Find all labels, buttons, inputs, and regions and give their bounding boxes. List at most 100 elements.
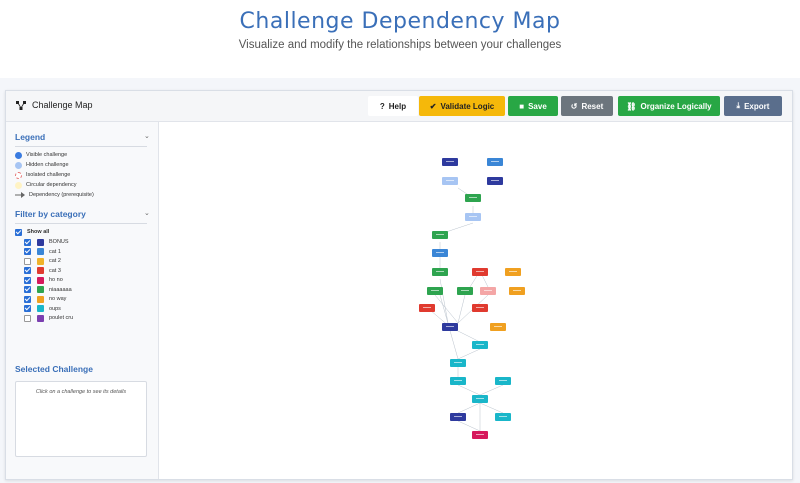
challenge-node[interactable] xyxy=(432,231,448,239)
checkbox-icon[interactable] xyxy=(24,238,31,246)
checkbox-icon[interactable] xyxy=(24,295,31,303)
checkbox-icon[interactable] xyxy=(24,248,31,255)
floppy-icon: ■ xyxy=(519,101,525,111)
challenge-node[interactable] xyxy=(450,413,466,421)
challenge-node[interactable] xyxy=(505,268,521,276)
checkbox-icon[interactable] xyxy=(24,257,31,265)
toolbar-title-label: Challenge Map xyxy=(32,100,93,110)
show-all-checkbox[interactable]: Show all xyxy=(15,228,49,236)
category-filter-row[interactable]: cat 1 xyxy=(24,248,61,256)
category-filter-row[interactable]: poulet cru xyxy=(24,314,73,322)
node-label-mark xyxy=(446,180,454,181)
arrow-right-icon xyxy=(15,192,25,198)
category-label: cat 1 xyxy=(49,248,61,255)
help-button[interactable]: ? Help xyxy=(368,96,418,116)
challenge-node[interactable] xyxy=(472,431,488,439)
challenge-node[interactable] xyxy=(465,213,481,221)
challenge-node[interactable] xyxy=(432,249,448,257)
challenge-node[interactable] xyxy=(442,158,458,166)
node-label-mark xyxy=(476,271,484,272)
validate-logic-button-label: Validate Logic xyxy=(440,101,495,111)
node-label-mark xyxy=(469,197,477,198)
checkbox-icon[interactable] xyxy=(24,314,31,322)
chevron-down-icon[interactable]: ⌄ xyxy=(144,209,150,217)
challenge-node[interactable] xyxy=(450,377,466,385)
node-label-mark xyxy=(499,380,507,381)
node-label-mark xyxy=(436,234,444,235)
checkbox-icon[interactable] xyxy=(15,228,22,236)
node-label-mark xyxy=(509,271,517,272)
category-filter-row[interactable]: cat 3 xyxy=(24,267,61,275)
export-button-label: Export xyxy=(744,101,770,111)
download-icon: ⤓ xyxy=(736,101,741,110)
node-label-mark xyxy=(484,290,492,291)
export-button[interactable]: ⤓ Export xyxy=(724,96,782,116)
challenge-node[interactable] xyxy=(487,177,503,185)
node-label-mark xyxy=(423,307,431,308)
legend-label: Isolated challenge xyxy=(26,172,71,178)
challenge-node[interactable] xyxy=(442,323,458,331)
checkbox-icon[interactable] xyxy=(24,305,31,312)
check-circle-icon: ✔ xyxy=(429,101,437,111)
checkbox-icon[interactable] xyxy=(24,267,31,274)
category-label: no way xyxy=(49,296,67,302)
challenge-node[interactable] xyxy=(450,359,466,367)
save-button[interactable]: ■ Save xyxy=(508,96,558,116)
node-label-mark xyxy=(469,216,477,217)
checkbox-icon[interactable] xyxy=(24,286,31,293)
reset-button-label: Reset xyxy=(581,101,604,111)
category-color-swatch xyxy=(37,248,44,255)
category-label: cat 3 xyxy=(49,267,61,274)
category-filter-row[interactable]: no way xyxy=(24,295,66,303)
isolated-swatch xyxy=(15,171,22,179)
category-filter-row[interactable]: niaaaaaa xyxy=(24,286,72,294)
category-label: ho no xyxy=(49,277,63,283)
category-label: niaaaaaa xyxy=(49,286,72,293)
category-filter-row[interactable]: cat 2 xyxy=(24,257,61,265)
show-all-label: Show all xyxy=(27,229,50,235)
challenge-node[interactable] xyxy=(495,377,511,385)
challenge-node[interactable] xyxy=(442,177,458,185)
challenge-node[interactable] xyxy=(495,413,511,421)
chevron-down-icon[interactable]: ⌄ xyxy=(144,132,150,140)
challenge-node[interactable] xyxy=(480,287,496,295)
legend-label: Hidden challenge xyxy=(26,162,69,168)
node-label-mark xyxy=(446,161,454,162)
node-label-mark xyxy=(499,416,507,417)
category-label: cat 2 xyxy=(49,258,61,264)
node-label-mark xyxy=(491,180,499,181)
challenge-node[interactable] xyxy=(472,341,488,349)
page-subtitle: Visualize and modify the relationships b… xyxy=(238,39,562,51)
node-label-mark xyxy=(476,344,484,345)
challenge-node[interactable] xyxy=(472,304,488,312)
challenge-node[interactable] xyxy=(427,287,443,295)
graph-canvas[interactable] xyxy=(160,122,792,479)
legend-title: Legend xyxy=(15,132,46,142)
challenge-node[interactable] xyxy=(465,194,481,202)
challenge-node[interactable] xyxy=(472,268,488,276)
category-filter-row[interactable]: BONUS xyxy=(24,238,69,246)
help-button-label: Help xyxy=(388,101,407,111)
category-filter-row[interactable]: ho no xyxy=(24,276,63,284)
challenge-node[interactable] xyxy=(487,158,503,166)
node-label-mark xyxy=(436,252,444,253)
challenge-node[interactable] xyxy=(490,323,506,331)
challenge-node[interactable] xyxy=(432,268,448,276)
organize-logically-button-label: Organize Logically xyxy=(640,101,712,111)
checkbox-icon[interactable] xyxy=(24,276,31,284)
details-title: Selected Challenge xyxy=(15,364,93,374)
node-label-mark xyxy=(431,290,439,291)
validate-logic-button[interactable]: ✔ Validate Logic xyxy=(419,96,505,116)
challenge-node[interactable] xyxy=(472,395,488,403)
organize-logically-button[interactable]: ⛓ Organize Logically xyxy=(618,96,720,116)
map-panel: Challenge Map ? Help ✔ Validate Logic ■ … xyxy=(5,90,793,480)
challenge-node[interactable] xyxy=(457,287,473,295)
category-filter-row[interactable]: oups xyxy=(24,305,61,313)
challenge-node[interactable] xyxy=(419,304,435,312)
node-label-mark xyxy=(476,434,484,435)
challenge-node[interactable] xyxy=(509,287,525,295)
toolbar-title: Challenge Map xyxy=(16,100,93,110)
node-label-mark xyxy=(476,307,484,308)
legend-item-hidden: Hidden challenge xyxy=(15,161,69,169)
reset-button[interactable]: ↺ Reset xyxy=(561,96,613,116)
